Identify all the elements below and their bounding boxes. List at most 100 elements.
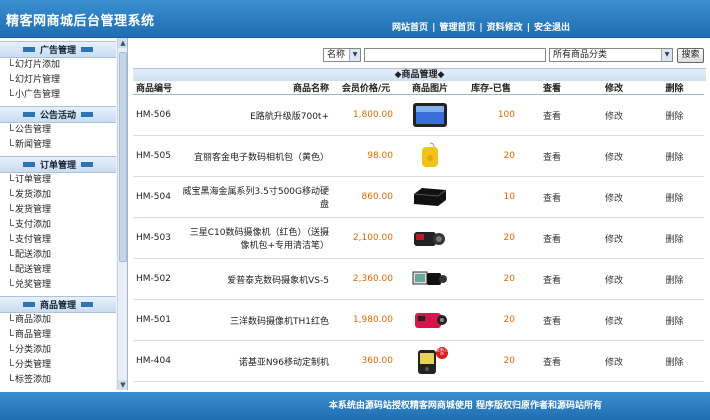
tree-branch-icon: [10, 264, 14, 271]
edit-link[interactable]: 修改: [583, 258, 645, 300]
tree-branch-icon: [10, 204, 14, 211]
product-stock: 20: [461, 258, 521, 300]
bar-icon: [81, 302, 93, 307]
sidebar-item[interactable]: 小广告管理: [0, 88, 116, 103]
category-select[interactable]: 所有商品分类 ▼: [549, 48, 673, 62]
camcorder-red-image[interactable]: [410, 223, 450, 253]
sidebar-item[interactable]: 订单管理: [0, 173, 116, 188]
delete-link[interactable]: 删除: [645, 176, 704, 218]
sidebar-group-header[interactable]: 订单管理: [0, 156, 116, 173]
view-link[interactable]: 查看: [521, 176, 583, 218]
camcorder-pink-image[interactable]: [410, 305, 450, 335]
edit-link[interactable]: 修改: [583, 94, 645, 136]
product-price: 860.00: [333, 176, 399, 218]
sidebar-item[interactable]: 公告管理: [0, 123, 116, 138]
sidebar-item-label: 公告管理: [15, 125, 52, 135]
view-link[interactable]: 查看: [521, 299, 583, 341]
nav-link-site-home[interactable]: 网站首页: [392, 23, 428, 33]
scroll-thumb[interactable]: [119, 52, 127, 262]
scroll-up-arrow-icon[interactable]: ▲: [118, 38, 127, 48]
sidebar-group-title: 商品管理: [39, 301, 76, 311]
view-link[interactable]: 查看: [521, 135, 583, 177]
sidebar-item-label: 幻灯片管理: [15, 75, 61, 85]
sidebar-item[interactable]: 兑奖管理: [0, 278, 116, 293]
sidebar-item[interactable]: 新闻管理: [0, 138, 116, 153]
camera-bag-image[interactable]: [410, 141, 450, 171]
sidebar-item[interactable]: 支付管理: [0, 233, 116, 248]
sidebar-item[interactable]: 配送管理: [0, 263, 116, 278]
view-link[interactable]: 查看: [521, 340, 583, 382]
sidebar-group-header[interactable]: 广告管理: [0, 41, 116, 58]
tree-branch-icon: [10, 74, 14, 81]
col-header-code: 商品编号: [133, 81, 181, 95]
sidebar-item[interactable]: 支付添加: [0, 218, 116, 233]
sidebar-item[interactable]: 商品管理: [0, 328, 116, 343]
nav-link-logout[interactable]: 安全退出: [534, 23, 570, 33]
edit-link[interactable]: 修改: [583, 217, 645, 259]
sidebar-item[interactable]: 商品添加: [0, 313, 116, 328]
product-stock: 10: [461, 176, 521, 218]
sidebar-item-label: 标签添加: [15, 375, 52, 385]
edit-link[interactable]: 修改: [583, 340, 645, 382]
product-image-cell: [399, 135, 461, 177]
sidebar-group-header[interactable]: 商品管理: [0, 296, 116, 313]
delete-link[interactable]: 删除: [645, 94, 704, 136]
nav-link-admin-home[interactable]: 管理首页: [439, 23, 475, 33]
nav-link-edit-profile[interactable]: 资料修改: [487, 23, 523, 33]
sidebar-scrollbar[interactable]: ▲ ▼: [117, 38, 127, 390]
table-row: HM-501 三洋数码摄像机TH1红色 1,980.00 20 查看 修改 删除: [133, 299, 704, 341]
sidebar-item[interactable]: 配送添加: [0, 248, 116, 263]
product-price: 1,800.00: [333, 94, 399, 136]
tree-branch-icon: [10, 189, 14, 196]
product-price: 360.00: [333, 340, 399, 382]
product-name: 宜丽客金电子数码相机包（黄色）: [181, 135, 333, 177]
edit-link[interactable]: 修改: [583, 176, 645, 218]
edit-link[interactable]: 修改: [583, 135, 645, 177]
scroll-down-arrow-icon[interactable]: ▼: [118, 380, 127, 390]
phone-image[interactable]: 全新上市: [410, 346, 450, 376]
search-input[interactable]: [364, 48, 546, 62]
delete-link[interactable]: 删除: [645, 258, 704, 300]
sidebar-item[interactable]: 分类管理: [0, 358, 116, 373]
product-stock: 20: [461, 340, 521, 382]
category-select-value: 所有商品分类: [553, 50, 608, 60]
sidebar-item-label: 发货添加: [15, 190, 52, 200]
delete-link[interactable]: 删除: [645, 299, 704, 341]
product-code: HM-506: [133, 94, 181, 136]
sidebar-item[interactable]: 标签添加: [0, 373, 116, 388]
new-badge: 全新上市: [436, 348, 448, 356]
delete-link[interactable]: 删除: [645, 135, 704, 177]
sidebar-group-header[interactable]: 公告活动: [0, 106, 116, 123]
product-stock: 20: [461, 217, 521, 259]
product-name: 三洋数码摄像机TH1红色: [181, 299, 333, 341]
delete-link[interactable]: 删除: [645, 340, 704, 382]
product-table: 商品编号 商品名称 会员价格/元 商品图片 库存-已售 查看 修改 删除 HM-…: [133, 81, 704, 382]
panel-title: ◆商品管理◆: [133, 68, 706, 81]
sidebar-item[interactable]: 发货添加: [0, 188, 116, 203]
view-link[interactable]: 查看: [521, 258, 583, 300]
camcorder-black-image[interactable]: [410, 264, 450, 294]
delete-link[interactable]: 删除: [645, 217, 704, 259]
tree-branch-icon: [10, 59, 14, 66]
view-link[interactable]: 查看: [521, 94, 583, 136]
col-header-price: 会员价格/元: [333, 81, 399, 95]
sidebar-group: 订单管理 订单管理发货添加发货管理 支付添加 支付管理 配送添加配送管理兑奖管理: [0, 156, 116, 293]
sidebar-item[interactable]: 幻灯片管理: [0, 73, 116, 88]
sidebar-group: 商品管理 商品添加 商品管理 分类添加 分类管理 标签添加: [0, 296, 116, 388]
hard-drive-image[interactable]: [410, 182, 450, 212]
sidebar-item[interactable]: 分类添加: [0, 343, 116, 358]
product-price: 2,100.00: [333, 217, 399, 259]
sidebar-item[interactable]: 发货管理: [0, 203, 116, 218]
search-button[interactable]: 搜索: [677, 48, 704, 63]
product-name: 威宝黑海金属系列3.5寸500G移动硬盘: [181, 176, 333, 218]
search-field-select[interactable]: 名称 ▼: [323, 48, 361, 62]
view-link[interactable]: 查看: [521, 217, 583, 259]
product-image-cell: 全新上市: [399, 340, 461, 382]
footer-text: 本系统由源码站授权精客网商城使用 程序版权归原作者和源码站所有: [328, 401, 602, 411]
sidebar-item-label: 配送管理: [15, 265, 52, 275]
edit-link[interactable]: 修改: [583, 299, 645, 341]
product-name: 三星C10数码摄像机（红色）（送摄像机包+专用清洁笔）: [181, 217, 333, 259]
gps-device-image[interactable]: [410, 100, 450, 130]
bar-icon: [22, 112, 35, 117]
sidebar-item[interactable]: 幻灯片添加: [0, 58, 116, 73]
